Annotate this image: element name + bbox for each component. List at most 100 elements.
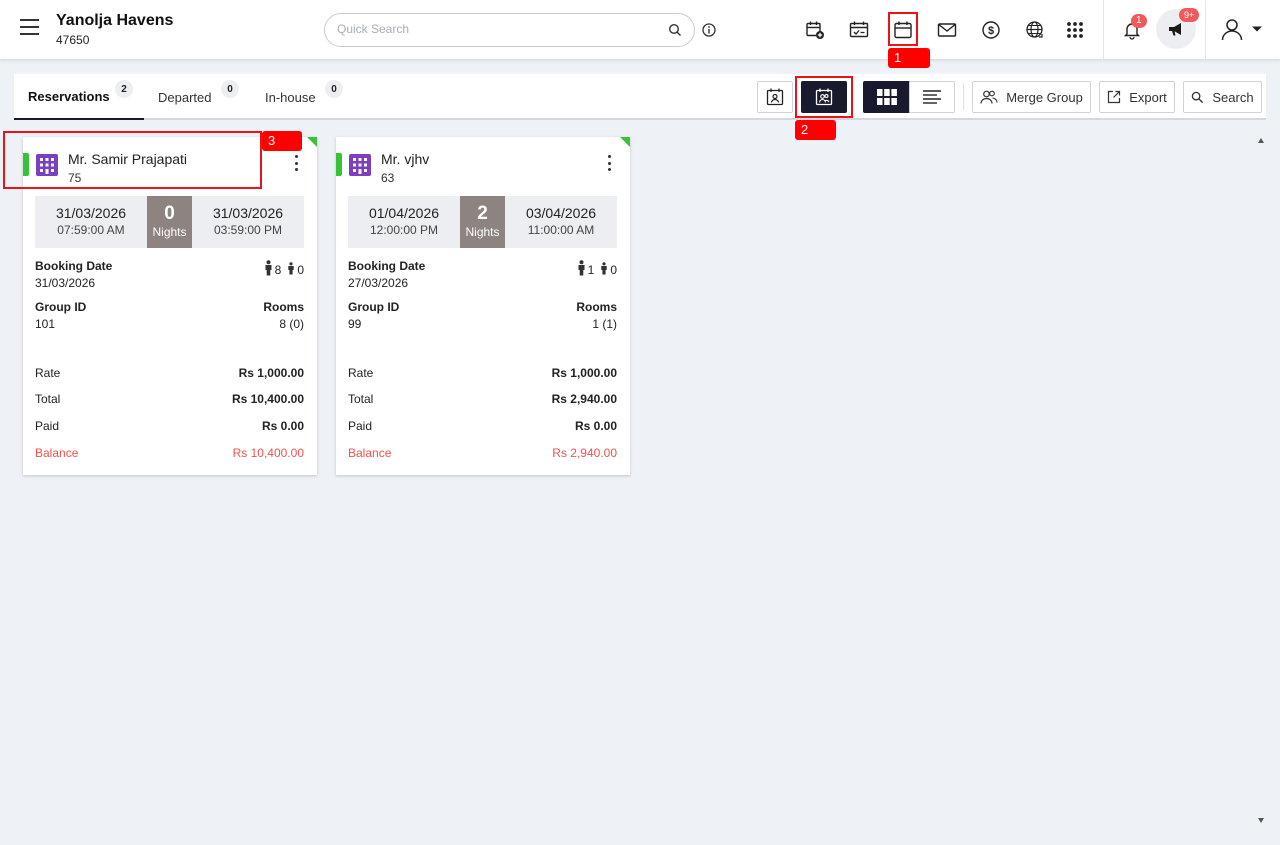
mail-icon[interactable] — [936, 19, 958, 41]
pax-counts: 1 0 — [571, 259, 617, 277]
group-id-value: 99 — [348, 317, 362, 331]
booking-date-value: 27/03/2026 — [348, 276, 409, 290]
toolbar-divider — [963, 84, 964, 110]
building-icon — [349, 154, 371, 176]
quick-search-input[interactable] — [337, 22, 657, 36]
hamburger-menu-icon[interactable] — [20, 19, 42, 41]
group-id-value: 101 — [35, 317, 56, 331]
list-view-icon — [923, 90, 941, 104]
globe-icon[interactable] — [1024, 19, 1046, 41]
export-icon — [1108, 90, 1121, 104]
tab-label: Departed — [158, 89, 212, 105]
nights-label: Nights — [465, 225, 500, 239]
group-id-label: Group ID — [348, 300, 400, 314]
paid-label: Paid — [35, 419, 60, 433]
apps-grid-icon[interactable] — [1064, 19, 1086, 41]
child-count: 0 — [610, 263, 617, 277]
merge-group-button[interactable]: Merge Group — [972, 81, 1091, 113]
announcement-count-badge: 9+ — [1179, 8, 1200, 22]
annotation-tag-2: 2 — [795, 120, 836, 140]
guest-number: 63 — [381, 171, 395, 185]
child-count: 0 — [297, 263, 304, 277]
guest-name[interactable]: Mr. vjhv — [381, 151, 429, 167]
hotel-name: Yanolja Havens — [56, 12, 174, 29]
annotation-box-1 — [888, 12, 918, 46]
rate-label: Rate — [348, 366, 374, 380]
rooms-value: 1 (1) — [592, 317, 617, 331]
annotation-box-2 — [795, 76, 853, 118]
search-icon — [1192, 91, 1204, 103]
total-label: Total — [35, 392, 61, 406]
tab-departed[interactable]: Departed — [158, 74, 211, 120]
total-value: Rs 2,940.00 — [551, 392, 617, 406]
rooms-value: 8 (0) — [279, 317, 304, 331]
balance-value: Rs 2,940.00 — [552, 446, 617, 460]
user-menu[interactable] — [1220, 17, 1264, 41]
booking-date-label: Booking Date — [348, 259, 426, 273]
tab-count-badge: 0 — [325, 80, 343, 98]
tab-count-badge: 0 — [221, 80, 239, 98]
hotel-code: 47650 — [56, 33, 90, 47]
grid-view-icon — [876, 89, 897, 105]
arrival-date: 01/04/2026 — [368, 205, 440, 221]
departure-time: 03:59:00 PM — [213, 223, 283, 237]
paid-value: Rs 0.00 — [574, 419, 617, 433]
status-indicator — [336, 153, 342, 176]
search-label: Search — [1212, 89, 1254, 105]
export-button[interactable]: Export — [1099, 81, 1175, 113]
grid-view-button[interactable] — [863, 81, 910, 113]
departure-time: 11:00:00 AM — [527, 223, 595, 237]
guest-calendar-view-button[interactable] — [757, 81, 793, 113]
paid-label: Paid — [348, 419, 373, 433]
balance-label: Balance — [348, 446, 392, 460]
rate-value: Rs 1,000.00 — [238, 366, 304, 380]
nights-count: 0 — [164, 203, 175, 224]
status-corner-marker — [307, 137, 317, 147]
rooms-label: Rooms — [263, 300, 304, 314]
search-button[interactable]: Search — [1183, 81, 1262, 113]
paid-value: Rs 0.00 — [261, 419, 304, 433]
total-value: Rs 10,400.00 — [231, 392, 304, 406]
rate-label: Rate — [35, 366, 61, 380]
megaphone-icon — [1169, 23, 1181, 36]
header-divider — [1103, 0, 1104, 60]
scroll-down-arrow-icon[interactable] — [1258, 818, 1264, 823]
search-icon[interactable] — [668, 23, 682, 37]
booking-date-value: 31/03/2026 — [35, 276, 96, 290]
annotation-box-3 — [3, 131, 262, 189]
more-options-icon[interactable] — [291, 153, 301, 173]
more-options-icon[interactable] — [604, 153, 614, 173]
new-reservation-calendar-plus-icon[interactable] — [804, 19, 826, 41]
arrival-time: 12:00:00 PM — [369, 223, 439, 237]
adult-count: 1 — [587, 263, 595, 277]
header-divider — [1205, 0, 1206, 60]
arrival-date: 31/03/2026 — [55, 205, 127, 221]
child-icon — [601, 261, 608, 274]
notification-count-badge: 1 — [1131, 14, 1147, 28]
tab-count-badge: 2 — [115, 80, 133, 98]
balance-value: Rs 10,400.00 — [232, 446, 304, 460]
info-icon[interactable] — [702, 23, 716, 37]
arrival-time: 07:59:00 AM — [57, 223, 125, 237]
group-id-label: Group ID — [35, 300, 87, 314]
tab-label: Reservations — [28, 88, 110, 104]
total-label: Total — [348, 392, 374, 406]
merge-group-label: Merge Group — [1006, 89, 1083, 105]
user-icon — [1221, 19, 1243, 41]
nights-box: 2 Nights — [460, 196, 505, 248]
stay-summary: 31/03/2026 07:59:00 AM 0 Nights 31/03/20… — [35, 196, 304, 248]
currency-dollar-icon[interactable]: $ — [980, 19, 1002, 41]
checkin-calendar-check-icon[interactable] — [848, 19, 870, 41]
adult-icon — [578, 260, 585, 276]
users-icon — [980, 90, 998, 104]
nights-box: 0 Nights — [147, 196, 192, 248]
pax-counts: 8 0 — [258, 259, 304, 277]
tab-in-house[interactable]: In-house — [265, 74, 316, 120]
stay-summary: 01/04/2026 12:00:00 PM 2 Nights 03/04/20… — [348, 196, 617, 248]
list-view-button[interactable] — [909, 81, 955, 113]
reservation-card[interactable]: Mr. vjhv 63 01/04/2026 12:00:00 PM 2 Nig… — [336, 137, 630, 475]
quick-search-box — [324, 13, 695, 47]
scroll-up-arrow-icon[interactable] — [1258, 138, 1264, 143]
balance-label: Balance — [35, 446, 79, 460]
calendar-user-icon — [766, 88, 784, 106]
